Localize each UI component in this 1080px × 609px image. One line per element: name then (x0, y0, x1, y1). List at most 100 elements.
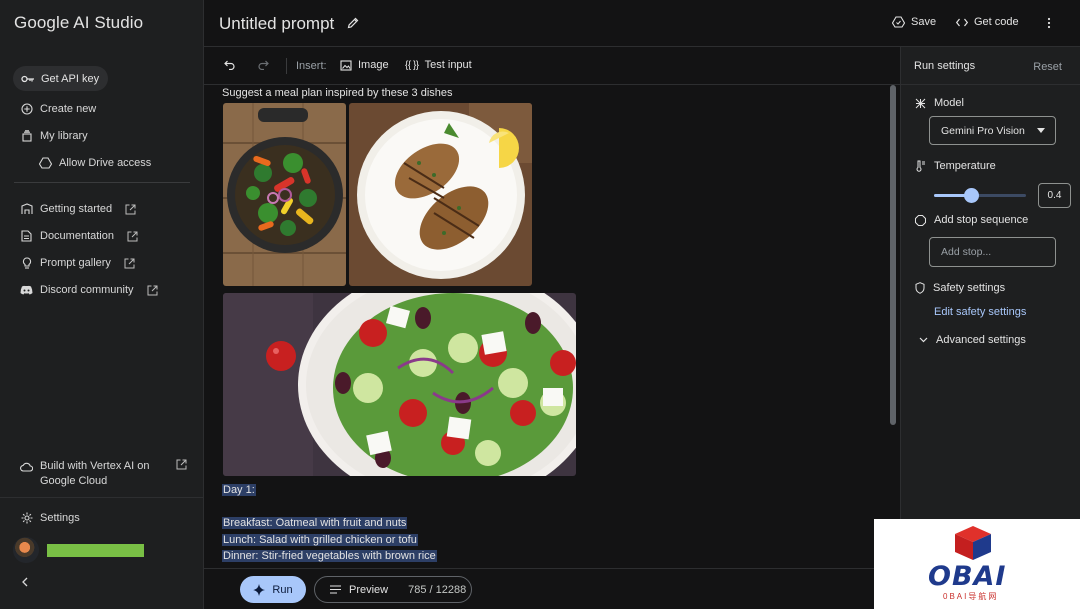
sidebar-divider (14, 182, 190, 183)
collapse-sidebar-button[interactable] (21, 577, 29, 587)
more-options-button[interactable] (1047, 17, 1051, 29)
redo-button[interactable] (258, 60, 269, 70)
get-api-key-label: Get API key (41, 72, 100, 85)
preview-button[interactable]: Preview 785 / 12288 (314, 576, 472, 603)
chevron-left-icon (21, 577, 29, 587)
temperature-slider[interactable] (934, 188, 1026, 203)
edit-title-button[interactable] (347, 17, 359, 29)
sidebar-item-label: My library (40, 130, 88, 142)
editor-scrollbar[interactable] (890, 85, 896, 425)
sidebar: Google AI Studio Get API key Create new … (0, 0, 204, 609)
external-link-icon (124, 258, 135, 269)
redo-icon (258, 60, 269, 70)
model-row: Model (915, 97, 964, 109)
sidebar-item-label: Discord community (40, 284, 134, 296)
get-api-key-button[interactable]: Get API key (13, 66, 109, 91)
vegetables-image[interactable] (223, 103, 346, 286)
thermometer-icon (915, 160, 926, 172)
external-link-icon (127, 231, 138, 242)
code-icon (956, 18, 968, 27)
run-button[interactable]: Run (240, 576, 306, 603)
insert-image-label: Image (358, 59, 389, 71)
editor-toolbar: Insert: Image {{ }} Test input (204, 47, 900, 85)
insert-image-button[interactable]: Image (340, 59, 389, 71)
user-account[interactable] (13, 537, 144, 563)
sidebar-item-label: Getting started (40, 203, 113, 215)
response-breakfast: Breakfast: Oatmeal with fruit and nuts (222, 517, 408, 529)
grilled-chicken-image[interactable] (349, 103, 532, 286)
external-link-icon (176, 459, 187, 470)
document-icon (20, 230, 33, 243)
plus-circle-icon (20, 103, 33, 116)
vertex-label-line2: Google Cloud (40, 475, 108, 487)
sidebar-item-allow-drive[interactable]: Allow Drive access (39, 155, 151, 171)
shield-icon (915, 282, 925, 294)
sidebar-item-vertex[interactable]: Build with Vertex AI on Google Cloud (20, 459, 187, 491)
response-dinner: Dinner: Stir-fried vegetables with brown… (222, 550, 437, 562)
response-day: Day 1: (222, 484, 256, 496)
dropdown-arrow-icon (1037, 128, 1045, 133)
menu-lines-icon (330, 585, 341, 594)
sidebar-item-label: Prompt gallery (40, 257, 111, 269)
run-settings-panel: Run settings Reset Model Gemini Pro Visi… (900, 47, 1080, 519)
advanced-settings-toggle[interactable]: Advanced settings (919, 334, 1026, 346)
pencil-icon (347, 17, 359, 29)
key-icon (21, 74, 35, 84)
sidebar-item-label: Settings (40, 512, 80, 524)
model-label: Model (934, 97, 964, 109)
external-link-icon (125, 204, 136, 215)
watermark-logo: OBAI 0BAI导航网 (874, 519, 1080, 609)
temperature-input[interactable]: 0.4 (1038, 183, 1071, 208)
run-settings-title: Run settings (914, 60, 976, 72)
watermark-subtext: 0BAI导航网 (943, 592, 999, 601)
temperature-slider-thumb[interactable] (963, 188, 979, 203)
save-button[interactable]: Save (892, 16, 936, 28)
insert-test-input-button[interactable]: {{ }} Test input (405, 59, 472, 71)
edit-safety-settings-link[interactable]: Edit safety settings (934, 306, 1026, 318)
token-count: 785 / 12288 (408, 583, 467, 596)
run-settings-header: Run settings Reset (901, 47, 1080, 85)
temperature-label: Temperature (934, 160, 996, 172)
sidebar-item-prompt-gallery[interactable]: Prompt gallery (20, 255, 135, 271)
sidebar-item-label: Allow Drive access (59, 157, 152, 169)
prompt-editor[interactable]: Suggest a meal plan inspired by these 3 … (204, 85, 900, 568)
undo-button[interactable] (224, 60, 235, 70)
sidebar-item-my-library[interactable]: My library (20, 128, 88, 144)
stop-sequence-row: Add stop sequence (915, 214, 1028, 226)
sidebar-item-create-new[interactable]: Create new (20, 101, 96, 117)
vertex-label: Build with Vertex AI on Google Cloud (40, 459, 149, 489)
test-input-label: Test input (424, 59, 472, 71)
sidebar-item-getting-started[interactable]: Getting started (20, 201, 136, 217)
stop-sequence-label: Add stop sequence (934, 214, 1029, 226)
gear-icon (20, 512, 33, 525)
reset-button[interactable]: Reset (1033, 61, 1062, 73)
greek-salad-image[interactable] (223, 293, 576, 476)
user-name-redacted (47, 543, 144, 557)
app-logo[interactable]: Google AI Studio (14, 13, 143, 33)
model-select[interactable]: Gemini Pro Vision (929, 116, 1056, 145)
sidebar-item-settings[interactable]: Settings (20, 510, 80, 526)
lightbulb-icon (20, 257, 33, 270)
cloud-icon (20, 460, 33, 473)
octagon-icon (915, 214, 926, 226)
prompt-text[interactable]: Suggest a meal plan inspired by these 3 … (222, 87, 453, 99)
response-breakfast-text: Breakfast: Oatmeal with fruit and nuts (222, 517, 408, 529)
run-label: Run (272, 583, 293, 596)
drive-icon (39, 157, 52, 170)
response-day-text: Day 1: (222, 484, 256, 496)
prompt-title[interactable]: Untitled prompt (219, 14, 334, 34)
more-vert-icon (1047, 17, 1051, 29)
watermark-text: OBAI (928, 561, 1007, 592)
watermark-cube-icon (955, 526, 991, 560)
stop-sequence-input[interactable] (929, 237, 1056, 267)
advanced-settings-label: Advanced settings (936, 334, 1026, 346)
discord-icon (20, 284, 33, 297)
get-code-button[interactable]: Get code (956, 16, 1019, 28)
external-link-icon (147, 285, 158, 296)
response-lunch-text: Lunch: Salad with grilled chicken or tof… (222, 534, 418, 546)
sidebar-item-documentation[interactable]: Documentation (20, 228, 138, 244)
save-label: Save (911, 16, 937, 28)
model-icon (915, 98, 926, 109)
avatar[interactable] (13, 537, 39, 563)
sidebar-item-discord[interactable]: Discord community (20, 282, 158, 298)
